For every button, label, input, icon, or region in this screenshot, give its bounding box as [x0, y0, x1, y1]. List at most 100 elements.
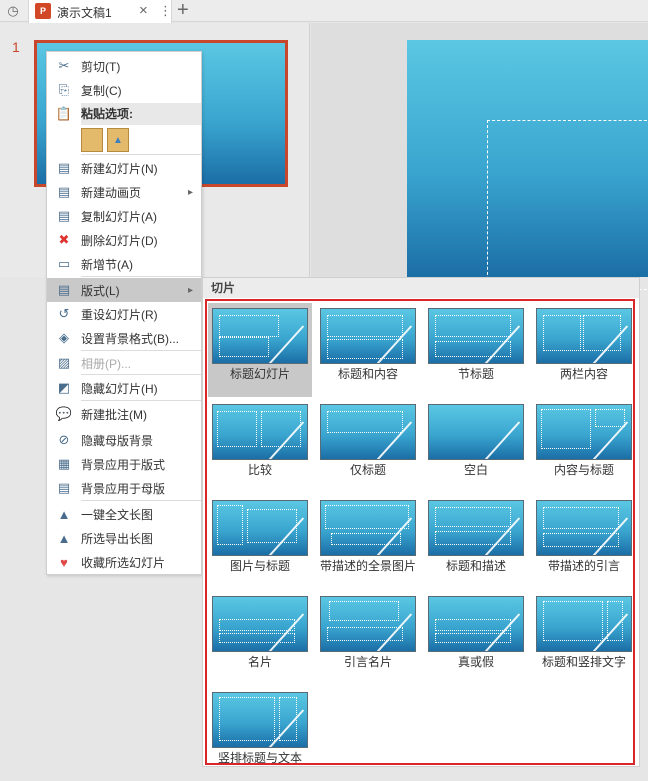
placeholder-outline: [583, 315, 621, 351]
placeholder-outline: [219, 337, 269, 357]
menu-item: 📋 粘贴选项:: [47, 102, 201, 126]
menu-item[interactable]: ♥ 收藏所选幻灯片: [47, 550, 201, 574]
layout-label: 引言名片: [343, 655, 392, 669]
menu-item[interactable]: 💬 新建批注(M): [47, 402, 201, 426]
scissors-icon: ✂: [58, 58, 70, 73]
menu-item[interactable]: ✖ 删除幻灯片(D): [47, 228, 201, 252]
menu-item-label: 重设幻灯片(R): [81, 307, 158, 322]
menu-separator: [81, 500, 201, 501]
layout-thumbnail: [212, 692, 308, 748]
layout-thumbnail: [536, 500, 632, 556]
layout-option[interactable]: 图片与标题: [208, 495, 312, 589]
menu-item-label: 新建动画页: [81, 185, 142, 200]
menu-item-label: 粘贴选项:: [81, 103, 201, 125]
layout-option[interactable]: 真或假: [424, 591, 528, 685]
layout-label: 比较: [247, 463, 272, 477]
menu-item[interactable]: ◈ 设置背景格式(B)...: [47, 326, 201, 350]
slide-canvas[interactable]: [407, 40, 648, 290]
menu-item[interactable]: ▤ 新建动画页 ▸: [47, 180, 201, 204]
menu-item[interactable]: ▤ 版式(L) ▸: [47, 278, 201, 302]
menu-item[interactable]: ⎘ 复制(C): [47, 78, 201, 102]
layout-label: 标题和竖排文字: [541, 655, 626, 669]
placeholder-outline: [219, 315, 279, 337]
menu-item[interactable]: ✂ 剪切(T): [47, 54, 201, 78]
layout-option[interactable]: 内容与标题: [532, 399, 636, 493]
export-long-image-icon: ▲: [57, 530, 71, 546]
submenu-arrow-icon: ▸: [187, 186, 193, 198]
layout-option[interactable]: 仅标题: [316, 399, 420, 493]
menu-item[interactable]: ▤ 新建幻灯片(N): [47, 156, 201, 180]
menu-item-label: 复制(C): [81, 83, 122, 98]
layout-option[interactable]: 比较: [208, 399, 312, 493]
menu-item-label: 收藏所选幻灯片: [81, 555, 166, 570]
menu-item-label: 所选导出长图: [81, 531, 154, 546]
more-icon[interactable]: ⋮: [159, 3, 172, 19]
menu-item-label: 设置背景格式(B)...: [81, 331, 179, 346]
layout-label: 标题和内容: [337, 367, 398, 381]
layout-option[interactable]: 名片: [208, 591, 312, 685]
layout-gallery: 标题幻灯片 标题和内容 节标题 两栏内容比较 仅标题 空白 内容与标题图片与标题 带描述的全景…: [205, 299, 635, 765]
menu-item-label: 隐藏母版背景: [81, 433, 154, 448]
menu-item: ▨ 相册(P)...: [47, 351, 201, 375]
new-tab-button[interactable]: +: [177, 0, 189, 22]
layout-submenu: 切片 标题幻灯片 标题和内容 节标题 两栏内容 比较 仅标题 空白 内容与标题 图片与标题 带描述…: [202, 277, 640, 767]
tab-bar: ◷ P 演示文稿1 × ⋮ +: [0, 0, 648, 23]
placeholder-outline: [219, 697, 275, 741]
layout-thumbnail: [428, 404, 524, 460]
slide-number: 1: [12, 39, 20, 55]
apply-bg-layout-icon: ▦: [57, 456, 71, 471]
menu-item[interactable]: ◩ 隐藏幻灯片(H): [47, 376, 201, 400]
layout-label: 带描述的引言: [547, 559, 620, 573]
placeholder-outline: [543, 315, 581, 351]
menu-item[interactable]: ▲ 一键全文长图: [47, 502, 201, 526]
layout-thumbnail: [212, 404, 308, 460]
paste-keep-format-icon[interactable]: [81, 128, 103, 152]
menu-item-label: 新增节(A): [81, 257, 133, 272]
history-icon[interactable]: ◷: [4, 3, 22, 19]
menu-item[interactable]: ▦ 背景应用于版式: [47, 452, 201, 476]
menu-item[interactable]: ▲ 所选导出长图: [47, 526, 201, 550]
placeholder-outline: [217, 411, 257, 447]
layout-label: 竖排标题与文本: [217, 751, 302, 765]
menu-item[interactable]: ⊘ 隐藏母版背景: [47, 428, 201, 452]
layout-option[interactable]: 标题和竖排文字: [532, 591, 636, 685]
placeholder-outline: [219, 619, 295, 631]
layout-label: 标题幻灯片: [229, 367, 290, 381]
menu-separator: [81, 154, 201, 155]
placeholder-outline: [435, 507, 511, 527]
decorative-line: [471, 421, 521, 459]
menu-item[interactable]: ↺ 重设幻灯片(R): [47, 302, 201, 326]
slide-editor: [311, 23, 648, 290]
presentation-icon: P: [35, 3, 51, 19]
layout-option[interactable]: 标题幻灯片: [208, 303, 312, 397]
add-section-icon: ▭: [57, 256, 71, 271]
delete-slide-icon: ✖: [58, 232, 70, 247]
placeholder-box[interactable]: [487, 120, 648, 290]
layout-option[interactable]: 两栏内容: [532, 303, 636, 397]
menu-item[interactable]: ▭ 新增节(A): [47, 252, 201, 276]
copy-icon: ⎘: [58, 82, 70, 97]
layout-option[interactable]: 标题和内容: [316, 303, 420, 397]
menu-item-label: 新建幻灯片(N): [81, 161, 158, 176]
menu-item[interactable]: ▤ 复制幻灯片(A): [47, 204, 201, 228]
layout-thumbnail: [428, 596, 524, 652]
layout-label: 仅标题: [349, 463, 386, 477]
new-animation-page-icon: ▤: [57, 184, 71, 199]
layout-thumbnail: [536, 308, 632, 364]
close-icon[interactable]: ×: [139, 2, 148, 19]
placeholder-outline: [217, 505, 243, 545]
layout-label: 名片: [247, 655, 272, 669]
layout-option[interactable]: 带描述的引言: [532, 495, 636, 589]
paste-as-picture-icon[interactable]: ▲: [107, 128, 129, 152]
tab-document[interactable]: P 演示文稿1 × ⋮: [28, 0, 172, 23]
photo-album-icon: ▨: [57, 355, 71, 370]
layout-option[interactable]: 标题和描述: [424, 495, 528, 589]
menu-item[interactable]: ▤ 背景应用于母版: [47, 476, 201, 500]
layout-option[interactable]: 节标题: [424, 303, 528, 397]
layout-option[interactable]: 带描述的全景图片: [316, 495, 420, 589]
layout-label: 节标题: [457, 367, 494, 381]
layout-option[interactable]: 引言名片: [316, 591, 420, 685]
placeholder-outline: [435, 315, 511, 337]
layout-option[interactable]: 空白: [424, 399, 528, 493]
format-background-icon: ◈: [59, 330, 69, 345]
